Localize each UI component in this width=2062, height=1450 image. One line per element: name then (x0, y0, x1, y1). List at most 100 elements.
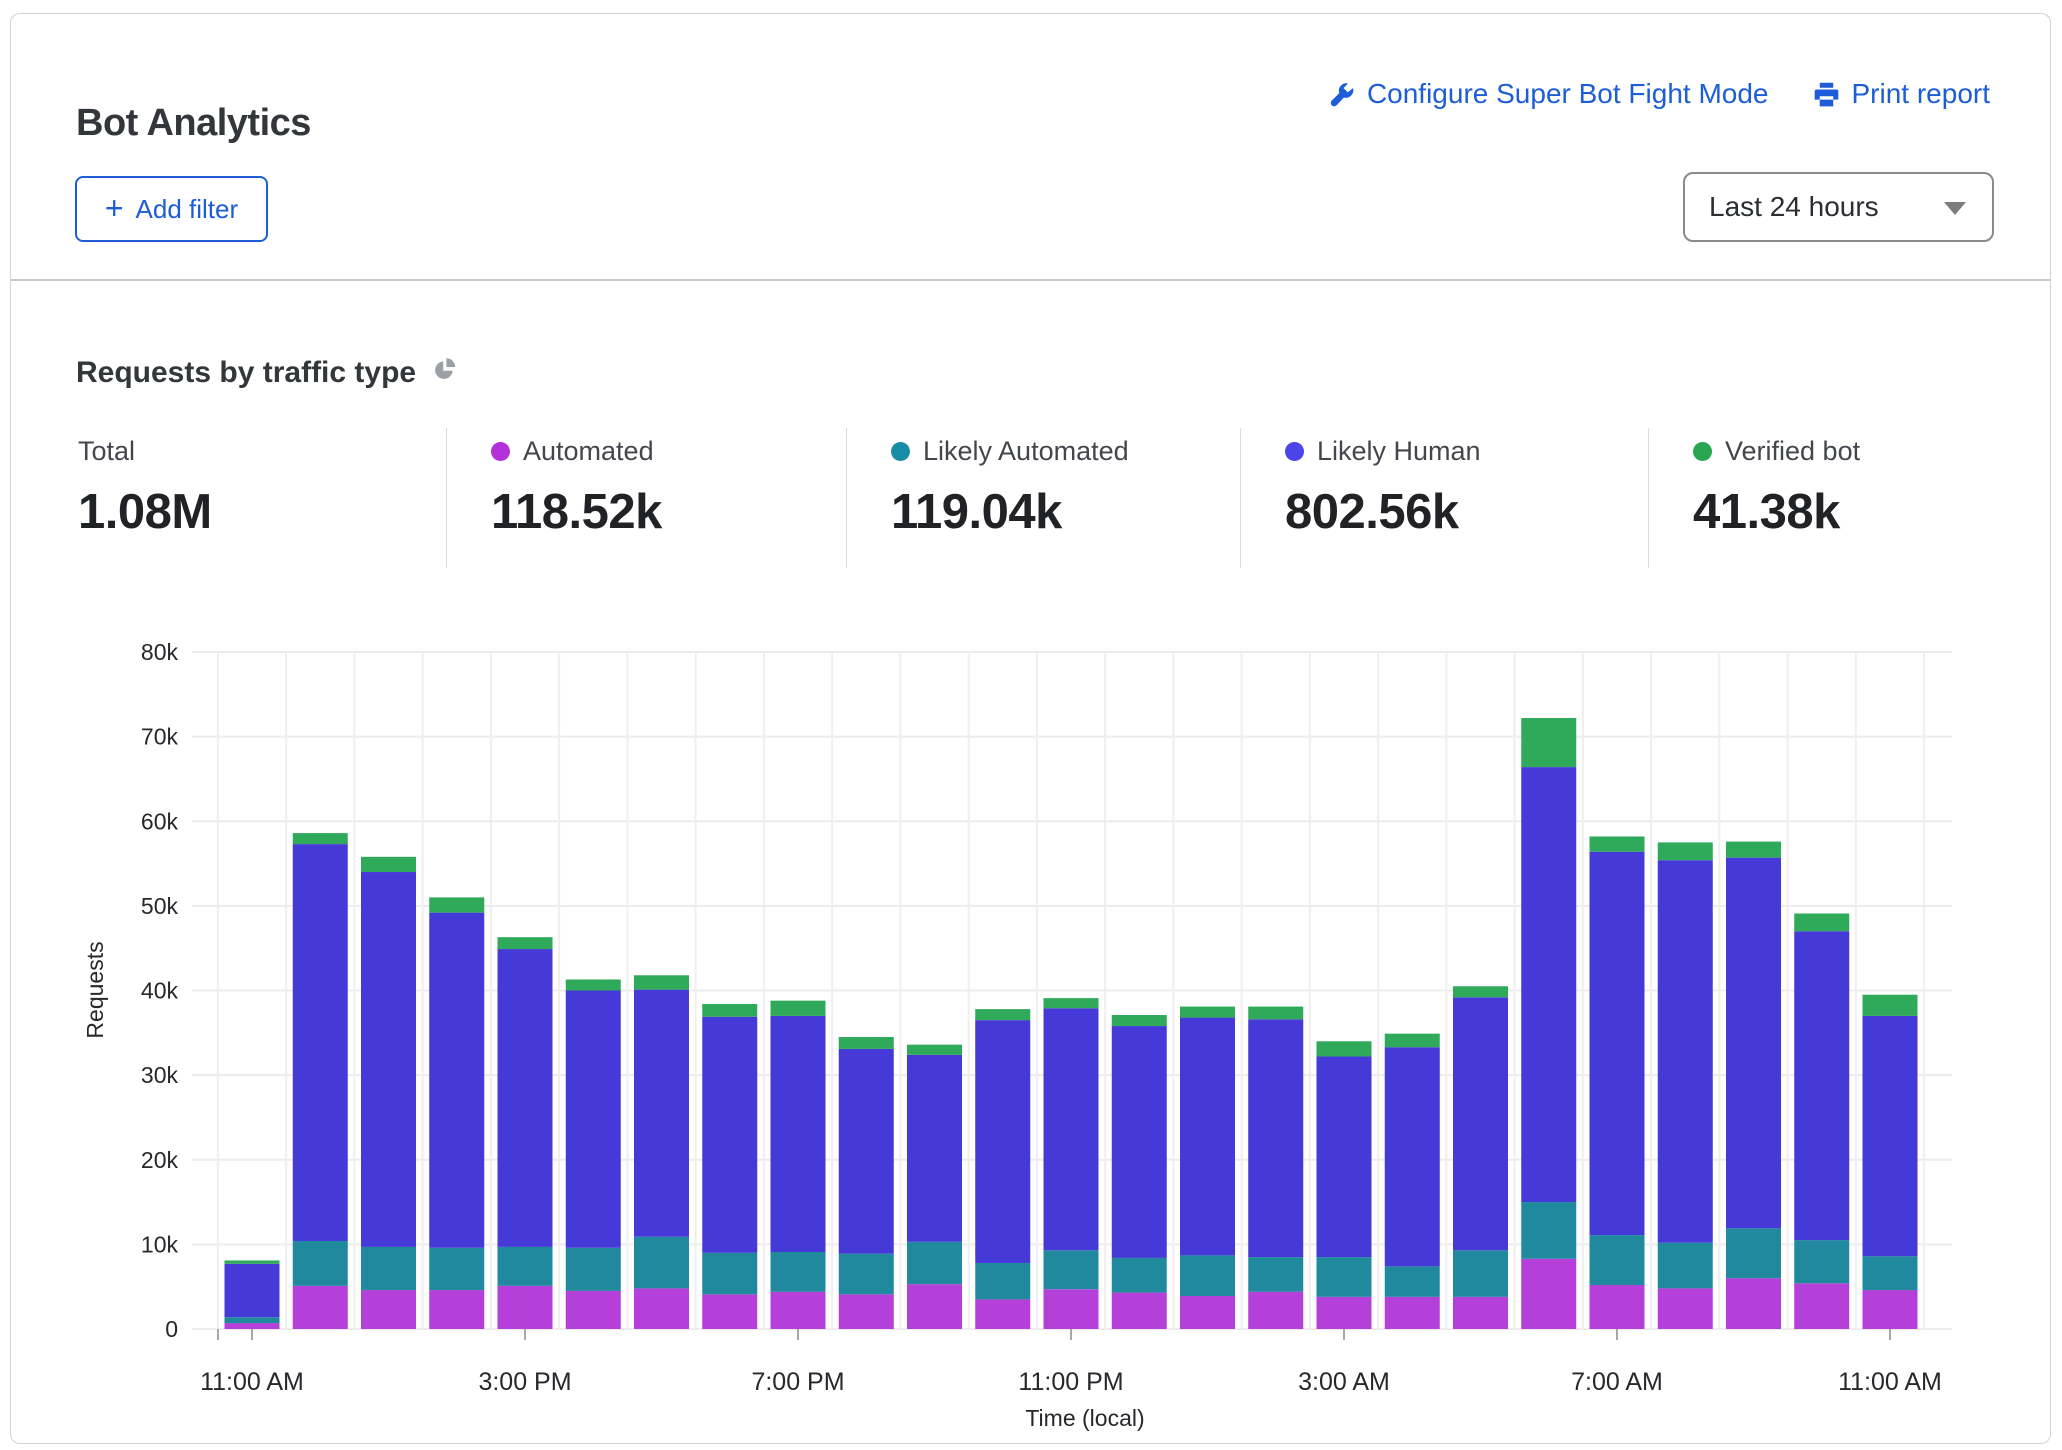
bar-segment-likely-human[interactable] (225, 1264, 280, 1317)
bar-segment-likely-automated[interactable] (702, 1253, 757, 1294)
bar-segment-likely-human[interactable] (1180, 1018, 1235, 1256)
bar-segment-likely-automated[interactable] (1453, 1250, 1508, 1297)
bar-segment-automated[interactable] (1658, 1288, 1713, 1329)
bar-segment-automated[interactable] (907, 1284, 962, 1329)
bar-segment-likely-automated[interactable] (1863, 1256, 1918, 1290)
bar-segment-likely-human[interactable] (907, 1055, 962, 1242)
bar-segment-verified-bot[interactable] (1248, 1007, 1303, 1020)
bar-segment-likely-automated[interactable] (429, 1248, 484, 1290)
bar-segment-verified-bot[interactable] (429, 897, 484, 912)
bar-segment-automated[interactable] (634, 1288, 689, 1329)
bar-segment-verified-bot[interactable] (1590, 836, 1645, 851)
bar-segment-verified-bot[interactable] (634, 975, 689, 989)
bar-segment-likely-automated[interactable] (1317, 1257, 1372, 1297)
bar-segment-likely-automated[interactable] (771, 1252, 826, 1292)
bar-segment-likely-human[interactable] (361, 872, 416, 1247)
bar-segment-verified-bot[interactable] (225, 1260, 280, 1263)
bar-segment-automated[interactable] (293, 1286, 348, 1329)
bar-segment-likely-automated[interactable] (1385, 1266, 1440, 1296)
bar-segment-verified-bot[interactable] (1658, 842, 1713, 860)
bar-segment-likely-human[interactable] (1248, 1019, 1303, 1257)
bar-segment-verified-bot[interactable] (1521, 718, 1576, 767)
bar-segment-likely-human[interactable] (1453, 997, 1508, 1250)
bar-segment-automated[interactable] (498, 1286, 553, 1329)
bar-segment-automated[interactable] (1521, 1259, 1576, 1329)
bar-segment-automated[interactable] (1112, 1293, 1167, 1329)
bar-segment-likely-human[interactable] (1863, 1016, 1918, 1256)
bar-segment-verified-bot[interactable] (975, 1009, 1030, 1020)
bar-segment-likely-human[interactable] (975, 1020, 1030, 1263)
print-report-link[interactable]: Print report (1813, 78, 1991, 110)
bar-segment-automated[interactable] (429, 1290, 484, 1329)
configure-super-bot-fight-mode-link[interactable]: Configure Super Bot Fight Mode (1328, 78, 1769, 110)
bar-segment-verified-bot[interactable] (1112, 1015, 1167, 1026)
bar-segment-likely-human[interactable] (293, 844, 348, 1241)
bar-segment-automated[interactable] (1317, 1297, 1372, 1329)
bar-segment-automated[interactable] (839, 1294, 894, 1329)
bar-segment-automated[interactable] (1248, 1292, 1303, 1329)
bar-segment-likely-human[interactable] (1521, 767, 1576, 1202)
bar-segment-automated[interactable] (1726, 1278, 1781, 1329)
bar-segment-likely-human[interactable] (429, 913, 484, 1248)
bar-segment-verified-bot[interactable] (1726, 842, 1781, 858)
bar-segment-likely-human[interactable] (1590, 852, 1645, 1235)
bar-segment-likely-human[interactable] (1112, 1026, 1167, 1258)
bar-segment-likely-automated[interactable] (634, 1237, 689, 1289)
bar-segment-automated[interactable] (1453, 1297, 1508, 1329)
bar-segment-likely-automated[interactable] (1590, 1235, 1645, 1285)
bar-segment-automated[interactable] (1180, 1296, 1235, 1329)
bar-segment-verified-bot[interactable] (702, 1004, 757, 1017)
bar-segment-likely-human[interactable] (1044, 1008, 1099, 1250)
bar-segment-automated[interactable] (1385, 1297, 1440, 1329)
bar-segment-likely-human[interactable] (566, 991, 621, 1248)
bar-segment-verified-bot[interactable] (1385, 1034, 1440, 1048)
bar-segment-verified-bot[interactable] (566, 979, 621, 990)
bar-segment-verified-bot[interactable] (907, 1045, 962, 1055)
bar-segment-likely-human[interactable] (1658, 860, 1713, 1243)
add-filter-button[interactable]: + Add filter (75, 176, 268, 242)
bar-segment-automated[interactable] (1044, 1289, 1099, 1329)
bar-segment-automated[interactable] (975, 1299, 1030, 1329)
bar-segment-likely-automated[interactable] (975, 1263, 1030, 1299)
bar-segment-likely-automated[interactable] (293, 1241, 348, 1286)
bar-segment-likely-human[interactable] (839, 1049, 894, 1254)
bar-segment-likely-automated[interactable] (498, 1247, 553, 1286)
bar-segment-likely-automated[interactable] (566, 1248, 621, 1291)
bar-segment-automated[interactable] (1794, 1283, 1849, 1329)
bar-segment-automated[interactable] (771, 1292, 826, 1329)
bar-segment-likely-human[interactable] (1794, 931, 1849, 1240)
bar-segment-verified-bot[interactable] (361, 857, 416, 872)
bar-segment-verified-bot[interactable] (1180, 1007, 1235, 1018)
bar-segment-likely-automated[interactable] (1248, 1257, 1303, 1292)
bar-segment-likely-automated[interactable] (361, 1247, 416, 1290)
time-range-select[interactable]: Last 24 hours (1683, 172, 1994, 242)
bar-segment-verified-bot[interactable] (1794, 913, 1849, 931)
bar-segment-verified-bot[interactable] (839, 1037, 894, 1049)
bar-segment-verified-bot[interactable] (771, 1001, 826, 1016)
bar-segment-likely-human[interactable] (634, 990, 689, 1237)
bar-segment-likely-automated[interactable] (1794, 1240, 1849, 1283)
bar-segment-likely-automated[interactable] (225, 1317, 280, 1323)
bar-segment-likely-automated[interactable] (1658, 1243, 1713, 1289)
bar-segment-verified-bot[interactable] (293, 833, 348, 844)
bar-segment-likely-human[interactable] (702, 1017, 757, 1253)
bar-segment-verified-bot[interactable] (1317, 1041, 1372, 1056)
bar-segment-verified-bot[interactable] (1863, 995, 1918, 1016)
bar-segment-verified-bot[interactable] (1044, 998, 1099, 1008)
bar-segment-likely-human[interactable] (1317, 1057, 1372, 1258)
bar-segment-likely-human[interactable] (771, 1016, 826, 1252)
bar-segment-automated[interactable] (702, 1294, 757, 1329)
bar-segment-likely-automated[interactable] (1044, 1250, 1099, 1289)
bar-segment-verified-bot[interactable] (498, 937, 553, 949)
bar-segment-automated[interactable] (1590, 1285, 1645, 1329)
bar-segment-likely-human[interactable] (1726, 858, 1781, 1229)
bar-segment-likely-automated[interactable] (1521, 1202, 1576, 1259)
bar-segment-automated[interactable] (361, 1290, 416, 1329)
bar-segment-likely-human[interactable] (498, 949, 553, 1247)
bar-segment-automated[interactable] (225, 1323, 280, 1329)
bar-segment-verified-bot[interactable] (1453, 986, 1508, 997)
bar-segment-likely-automated[interactable] (1726, 1228, 1781, 1278)
bar-segment-likely-automated[interactable] (907, 1242, 962, 1284)
bar-segment-automated[interactable] (566, 1291, 621, 1329)
bar-segment-likely-automated[interactable] (839, 1254, 894, 1295)
